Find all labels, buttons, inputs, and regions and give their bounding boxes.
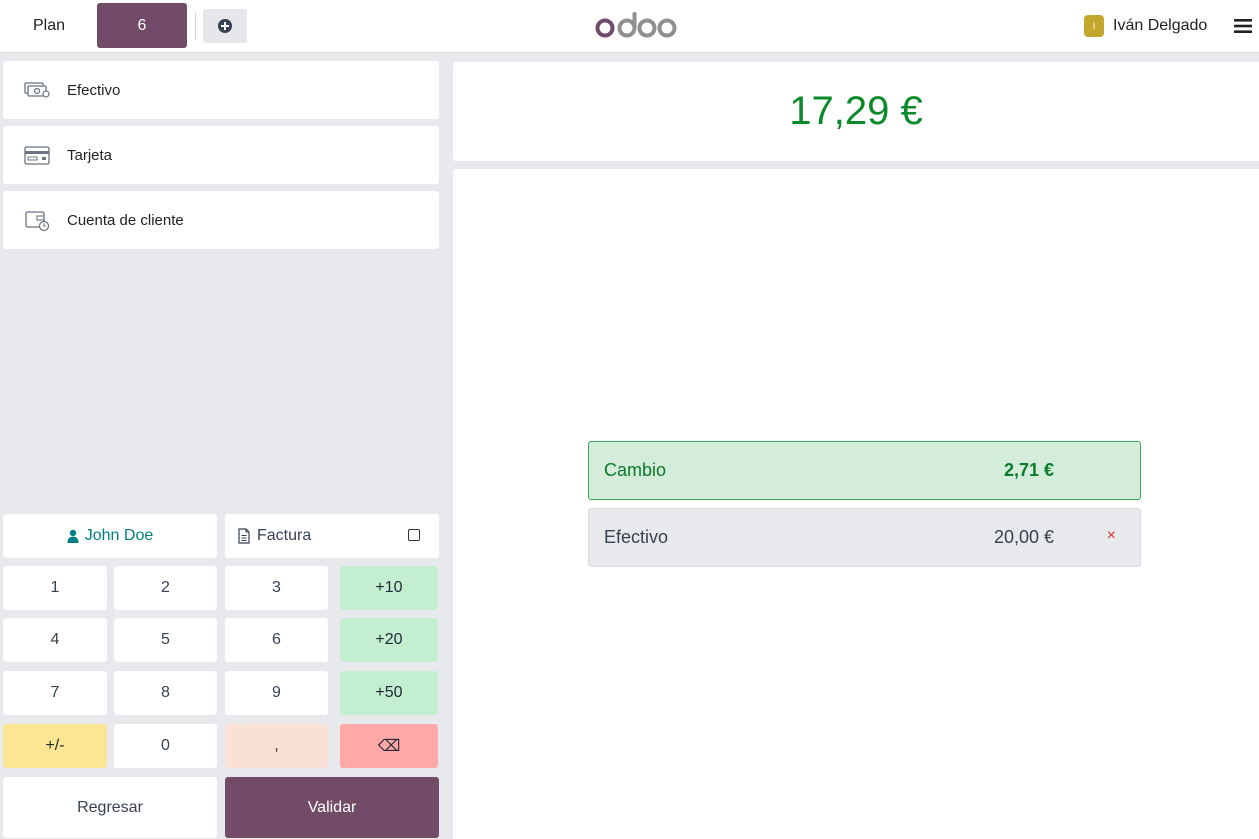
- numpad-key-9[interactable]: 9: [225, 671, 328, 715]
- customer-button[interactable]: John Doe: [3, 514, 217, 558]
- payment-method-customer-account[interactable]: Cuenta de cliente: [3, 191, 439, 249]
- invoice-label: Factura: [257, 527, 312, 544]
- numpad-key-plus-50[interactable]: +50: [340, 671, 438, 715]
- cash-icon: [24, 82, 50, 98]
- hamburger-menu-icon[interactable]: [1233, 16, 1253, 36]
- invoice-toggle[interactable]: Factura: [225, 514, 439, 558]
- logo-text: odoo: [595, 10, 598, 11]
- payment-lines-panel: [453, 169, 1259, 839]
- plus-circle-icon: [218, 19, 232, 33]
- numpad-key-sign[interactable]: +/-: [3, 724, 107, 768]
- numpad-key-1[interactable]: 1: [3, 566, 107, 610]
- numpad-key-4[interactable]: 4: [3, 618, 107, 662]
- new-order-button[interactable]: [203, 9, 247, 43]
- payment-method-card[interactable]: Tarjeta: [3, 126, 439, 184]
- payment-line[interactable]: Efectivo 20,00 € ×: [588, 508, 1141, 567]
- user-menu[interactable]: I Iván Delgado: [1084, 14, 1207, 38]
- user-icon: [67, 529, 79, 543]
- payment-line-method: Efectivo: [604, 527, 669, 547]
- top-bar: Plan 6 odoo I Iván Delgado: [0, 0, 1259, 53]
- payment-method-label: Efectivo: [67, 81, 121, 99]
- header-divider: [195, 12, 196, 40]
- payment-method-label: Cuenta de cliente: [67, 211, 184, 229]
- invoice-checkbox[interactable]: [408, 529, 420, 541]
- user-avatar: I: [1084, 15, 1104, 37]
- numpad-key-plus-10[interactable]: +10: [340, 566, 438, 610]
- payment-method-label: Tarjeta: [67, 146, 113, 164]
- remove-payment-icon[interactable]: ×: [1107, 527, 1116, 545]
- numpad-key-6[interactable]: 6: [225, 618, 328, 662]
- document-icon: [238, 528, 250, 544]
- change-amount: 2,71 €: [1003, 460, 1054, 480]
- change-row: Cambio 2,71 €: [588, 441, 1141, 500]
- customer-account-icon: [25, 211, 50, 231]
- numpad-key-5[interactable]: 5: [114, 618, 217, 662]
- payment-method-cash[interactable]: Efectivo: [3, 61, 439, 119]
- numpad-key-8[interactable]: 8: [114, 671, 217, 715]
- floor-plan-button[interactable]: Plan: [18, 8, 80, 44]
- numpad-key-0[interactable]: 0: [114, 724, 217, 768]
- odoo-logo: odoo: [595, 10, 677, 38]
- card-icon: [24, 146, 50, 165]
- total-due-panel: 17,29 €: [453, 62, 1259, 161]
- validate-button[interactable]: Validar: [225, 777, 439, 838]
- numpad-key-3[interactable]: 3: [225, 566, 328, 610]
- numpad-key-decimal[interactable]: ,: [225, 724, 328, 768]
- back-button[interactable]: Regresar: [3, 777, 217, 838]
- numpad-key-plus-20[interactable]: +20: [340, 618, 438, 662]
- numpad-key-backspace[interactable]: ⌫: [340, 724, 438, 768]
- change-label: Cambio: [604, 460, 667, 480]
- numpad-key-7[interactable]: 7: [3, 671, 107, 715]
- user-name: Iván Delgado: [1113, 17, 1208, 34]
- table-number-button[interactable]: 6: [97, 3, 187, 48]
- payment-line-amount: 20,00 €: [993, 527, 1054, 547]
- numpad-key-2[interactable]: 2: [114, 566, 217, 610]
- total-amount: 17,29 €: [789, 89, 923, 133]
- customer-name: John Doe: [84, 527, 154, 544]
